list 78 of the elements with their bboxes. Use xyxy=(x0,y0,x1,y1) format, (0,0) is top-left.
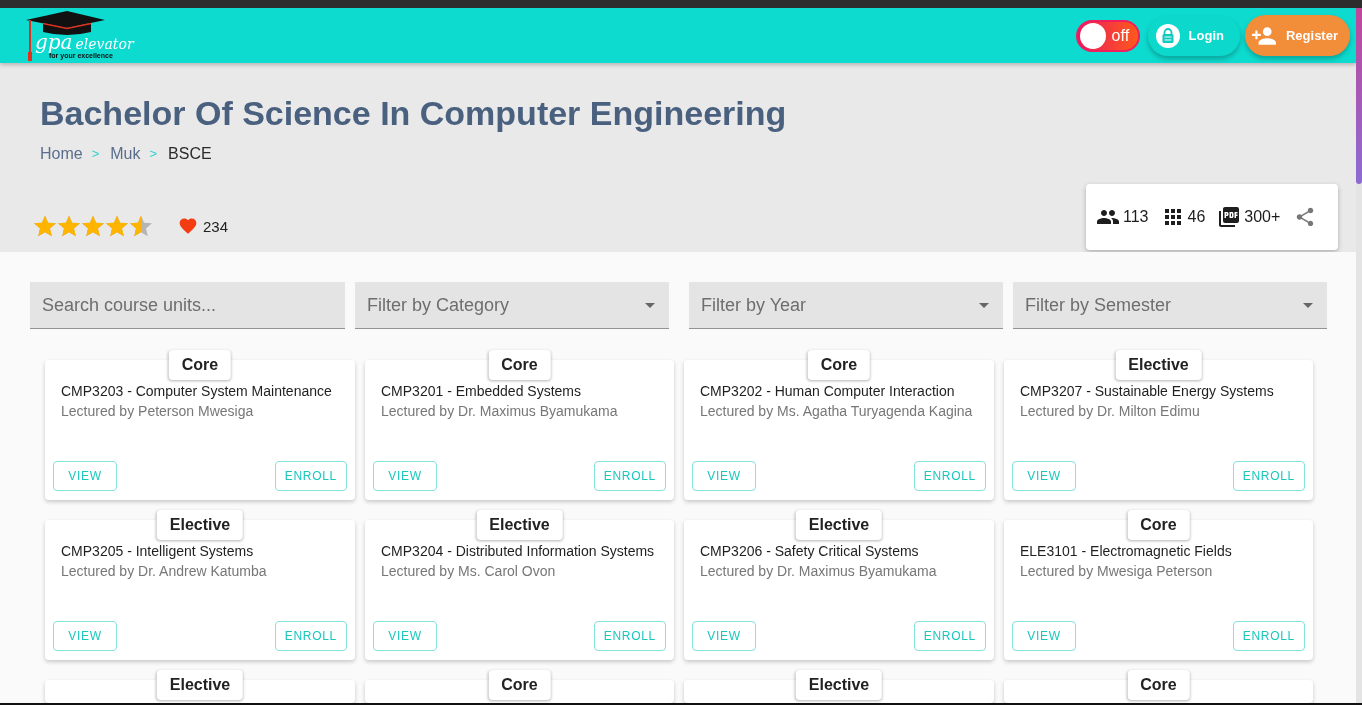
enroll-button[interactable]: ENROLL xyxy=(274,621,347,651)
view-button[interactable]: VIEW xyxy=(373,621,437,651)
filter-select[interactable]: Filter by Year xyxy=(689,282,1003,329)
star-icon xyxy=(82,215,104,237)
lecturer-name: Lectured by Dr. Milton Edimu xyxy=(1020,402,1201,421)
graduation-cap-icon xyxy=(25,10,105,35)
category-tag: Elective xyxy=(476,510,563,540)
star-icon xyxy=(58,215,80,237)
view-button[interactable]: VIEW xyxy=(53,621,117,651)
category-tag: Elective xyxy=(795,670,883,700)
view-button[interactable]: VIEW xyxy=(692,461,756,491)
search-field[interactable]: Search course units... xyxy=(30,282,345,329)
category-tag: Core xyxy=(1127,510,1190,540)
dropdown-caret-icon xyxy=(1303,302,1313,308)
enroll-button[interactable]: ENROLL xyxy=(593,621,666,651)
course-title: CMP3206 - Safety Critical Systems xyxy=(700,542,920,561)
lock-icon xyxy=(1155,23,1180,48)
view-button[interactable]: VIEW xyxy=(692,621,756,651)
heart-icon xyxy=(178,216,198,236)
share-icon[interactable] xyxy=(1294,206,1316,228)
star-icon xyxy=(130,215,152,237)
course-title: CMP3202 - Human Computer Interaction xyxy=(700,382,956,401)
lecturer-name: Lectured by Dr. Maximus Byamukama xyxy=(381,402,619,421)
stat-value: 113 xyxy=(1123,208,1149,226)
enroll-button[interactable]: ENROLL xyxy=(274,461,347,491)
breadcrumb-link[interactable]: Home xyxy=(40,144,83,164)
logo-text: elevator xyxy=(75,35,134,52)
logo-text: gpa xyxy=(35,31,73,52)
login-button[interactable]: Login xyxy=(1147,15,1240,56)
lecturer-name: Lectured by Dr. Andrew Katumba xyxy=(61,562,268,581)
pdf-icon xyxy=(1217,205,1242,229)
dropdown-caret-icon xyxy=(645,302,655,308)
lecturer-name: Lectured by Ms. Agatha Turyagenda Kagina xyxy=(700,402,974,421)
enroll-button[interactable]: ENROLL xyxy=(913,461,986,491)
category-tag: Core xyxy=(488,670,551,700)
breadcrumb-link[interactable]: Muk xyxy=(110,144,141,164)
category-tag: Core xyxy=(1127,670,1190,700)
dropdown-caret-icon xyxy=(979,302,989,308)
course-title: ELE3101 - Electromagnetic Fields xyxy=(1020,542,1233,561)
enroll-button[interactable]: ENROLL xyxy=(593,461,666,491)
register-button[interactable]: Register xyxy=(1244,15,1350,56)
course-title: CMP3205 - Intelligent Systems xyxy=(61,542,255,561)
page-title: Bachelor Of Science In Computer Engineering xyxy=(40,93,788,134)
filter-select[interactable]: Filter by Category xyxy=(355,282,669,329)
view-button[interactable]: VIEW xyxy=(373,461,437,491)
category-tag: Elective xyxy=(156,670,244,700)
enroll-button[interactable]: ENROLL xyxy=(1232,621,1305,651)
category-tag: Elective xyxy=(795,510,883,540)
lecturer-name: Lectured by Dr. Maximus Byamukama xyxy=(700,562,938,581)
scrollbar-thumb[interactable] xyxy=(1356,8,1362,184)
enroll-button[interactable]: ENROLL xyxy=(1232,461,1305,491)
breadcrumb-current: BSCE xyxy=(168,144,212,164)
category-tag: Core xyxy=(168,350,232,380)
breadcrumb-separator: > xyxy=(91,145,100,163)
course-title: CMP3203 - Computer System Maintenance xyxy=(61,382,333,401)
category-tag: Core xyxy=(488,350,551,380)
filter-select[interactable]: Filter by Semester xyxy=(1013,282,1327,329)
stat-value: 46 xyxy=(1187,208,1206,226)
enroll-button[interactable]: ENROLL xyxy=(913,621,986,651)
star-icon xyxy=(34,215,56,237)
course-title: CMP3207 - Sustainable Energy Systems xyxy=(1020,382,1275,401)
tassel-icon xyxy=(28,34,32,61)
lecturer-name: Lectured by Mwesiga Peterson xyxy=(1020,562,1214,581)
likes-count: 234 xyxy=(203,217,229,235)
view-button[interactable]: VIEW xyxy=(53,461,117,491)
category-tag: Elective xyxy=(156,510,244,540)
course-title: CMP3204 - Distributed Information Systems xyxy=(381,542,656,561)
breadcrumb-separator: > xyxy=(149,145,158,163)
stat-value: 300+ xyxy=(1244,208,1281,226)
view-button[interactable]: VIEW xyxy=(1012,621,1076,651)
theme-toggle[interactable]: off xyxy=(1075,19,1140,52)
star-icon xyxy=(106,215,128,237)
lecturer-name: Lectured by Peterson Mwesiga xyxy=(61,402,255,421)
lecturer-name: Lectured by Ms. Carol Ovon xyxy=(381,562,557,581)
view-button[interactable]: VIEW xyxy=(1012,461,1076,491)
category-tag: Core xyxy=(807,350,871,380)
category-tag: Elective xyxy=(1115,350,1202,380)
course-title: CMP3201 - Embedded Systems xyxy=(381,382,582,401)
